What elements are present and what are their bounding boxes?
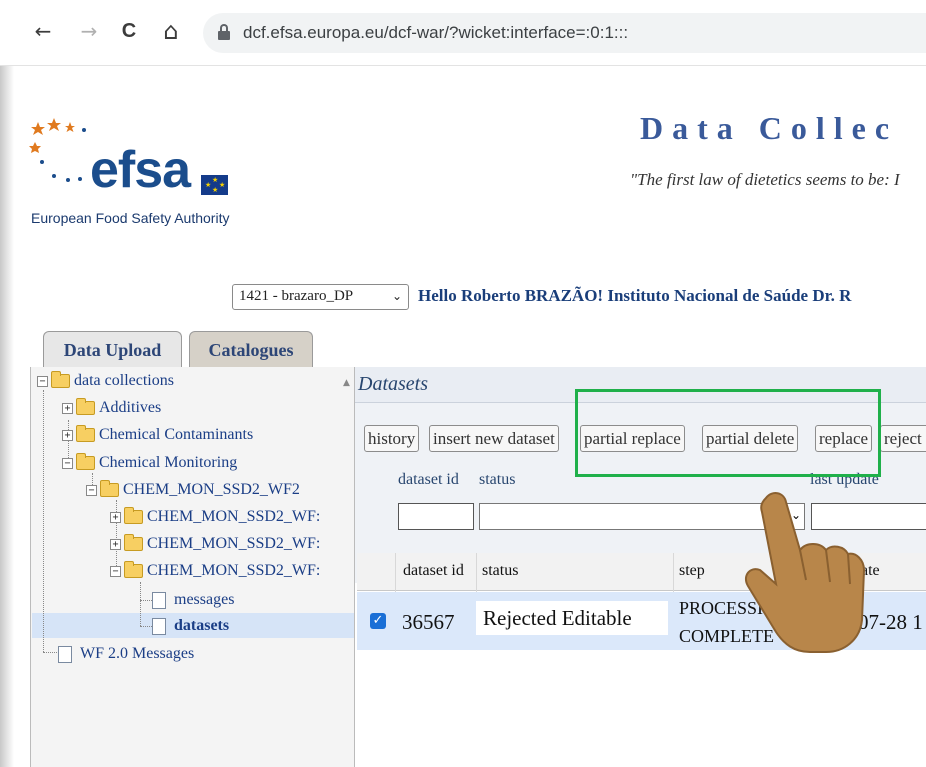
tree-guide-line	[140, 582, 141, 626]
column-header-status[interactable]: status	[482, 562, 518, 580]
account-select-value: 1421 - brazaro_DP	[239, 288, 354, 304]
tree-node-chemical-contaminants[interactable]: + Chemical Contaminants	[62, 424, 253, 446]
folder-icon	[76, 453, 95, 470]
tree-node-datasets[interactable]: datasets	[152, 615, 229, 637]
tree-node-label: CHEM_MON_SSD2_WF:	[147, 562, 321, 579]
header-quote: "The first law of dietetics seems to be:…	[630, 170, 900, 189]
document-icon	[152, 617, 166, 635]
account-select[interactable]: 1421 - brazaro_DP ⌄	[232, 284, 409, 310]
cell-status: Rejected Editable	[483, 606, 632, 630]
tree-node-label: WF 2.0 Messages	[80, 645, 195, 662]
expand-icon[interactable]: +	[62, 429, 73, 441]
tree-guide-line	[43, 652, 57, 653]
document-icon	[58, 645, 72, 663]
logo-wordmark: efsa	[90, 141, 191, 199]
filter-label-status: status	[479, 471, 516, 488]
tree-node-data-collections[interactable]: − data collections	[37, 370, 174, 392]
cell-dataset-id: 36567	[402, 610, 455, 634]
tree-node-label: messages	[174, 591, 235, 608]
reject-button[interactable]: reject	[880, 425, 926, 452]
tree-node-label: Chemical Monitoring	[99, 454, 238, 471]
tree-node-wf-child[interactable]: + CHEM_MON_SSD2_WF:	[110, 506, 320, 528]
scroll-up-icon[interactable]: ▲	[343, 378, 350, 388]
app-title: Data Collec	[640, 110, 899, 146]
user-greeting: Hello Roberto BRAZÃO! Instituto Nacional…	[418, 286, 852, 305]
tree-node-label: CHEM_MON_SSD2_WF:	[147, 508, 321, 525]
page-edge-shadow	[0, 0, 14, 767]
efsa-logo: efsa ★ ★ ★ ★ European Food Safety Author…	[28, 118, 238, 230]
lock-icon[interactable]	[218, 24, 230, 40]
pointing-hand-icon	[744, 492, 866, 653]
tree-node-wf-child[interactable]: + CHEM_MON_SSD2_WF:	[110, 533, 320, 555]
folder-icon	[124, 561, 143, 578]
eu-flag-icon: ★ ★ ★ ★	[201, 175, 228, 195]
tree-node-label: Chemical Contaminants	[99, 426, 254, 443]
folder-icon	[76, 425, 95, 442]
tab-catalogues[interactable]: Catalogues	[189, 331, 313, 367]
browser-toolbar: ← → C ⌂ dcf.efsa.europa.eu/dcf-war/?wick…	[0, 0, 926, 66]
highlight-box	[575, 389, 881, 477]
tree-guide-line	[140, 600, 152, 601]
reload-icon[interactable]: C	[116, 18, 142, 44]
url-text[interactable]: dcf.efsa.europa.eu/dcf-war/?wicket:inter…	[243, 23, 628, 43]
tree-guide-line	[43, 390, 44, 652]
expand-icon[interactable]: +	[110, 538, 121, 550]
folder-icon	[51, 371, 70, 388]
tree-node-messages[interactable]: messages	[152, 589, 234, 611]
tree-node-label: CHEM_MON_SSD2_WF:	[147, 535, 321, 552]
tab-data-upload[interactable]: Data Upload	[43, 331, 182, 367]
collapse-icon[interactable]: −	[37, 375, 48, 387]
home-icon[interactable]: ⌂	[158, 18, 184, 44]
folder-icon	[124, 534, 143, 551]
tree-node-additives[interactable]: + Additives	[62, 397, 161, 419]
filter-label-dataset-id: dataset id	[398, 471, 459, 488]
collapse-icon[interactable]: −	[86, 484, 97, 496]
tree-node-label: Additives	[99, 399, 162, 416]
folder-icon	[100, 480, 119, 497]
forward-arrow-icon[interactable]: →	[76, 18, 102, 44]
tree-node-label: CHEM_MON_SSD2_WF2	[123, 481, 300, 498]
datasets-title: Datasets	[358, 373, 428, 395]
tree-guide-line	[140, 626, 152, 627]
document-icon	[152, 591, 166, 609]
collapse-icon[interactable]: −	[110, 565, 121, 577]
folder-icon	[76, 398, 95, 415]
tree-node-wf-messages[interactable]: WF 2.0 Messages	[58, 643, 194, 665]
expand-icon[interactable]: +	[62, 402, 73, 414]
tree-node-label: data collections	[74, 372, 174, 389]
chevron-down-icon: ⌄	[391, 289, 402, 303]
collapse-icon[interactable]: −	[62, 457, 73, 469]
address-bar[interactable]: dcf.efsa.europa.eu/dcf-war/?wicket:inter…	[203, 13, 926, 53]
insert-new-dataset-button[interactable]: insert new dataset	[429, 425, 559, 452]
tree-node-label: datasets	[174, 617, 230, 634]
logo-subtitle: European Food Safety Authority	[31, 210, 230, 226]
column-header-dataset-id[interactable]: dataset id	[403, 562, 464, 580]
back-arrow-icon[interactable]: ←	[30, 18, 56, 44]
row-checkbox[interactable]: ✓	[370, 613, 386, 629]
tree-node-wf-child-open[interactable]: − CHEM_MON_SSD2_WF:	[110, 560, 320, 582]
tree-node-chemical-monitoring[interactable]: − Chemical Monitoring	[62, 452, 237, 474]
history-button[interactable]: history	[364, 425, 420, 452]
column-header-step[interactable]: step	[679, 562, 705, 580]
folder-icon	[124, 507, 143, 524]
tree-node-wf-parent[interactable]: − CHEM_MON_SSD2_WF2	[86, 479, 300, 501]
filter-dataset-id-input[interactable]	[398, 503, 474, 530]
expand-icon[interactable]: +	[110, 511, 121, 523]
